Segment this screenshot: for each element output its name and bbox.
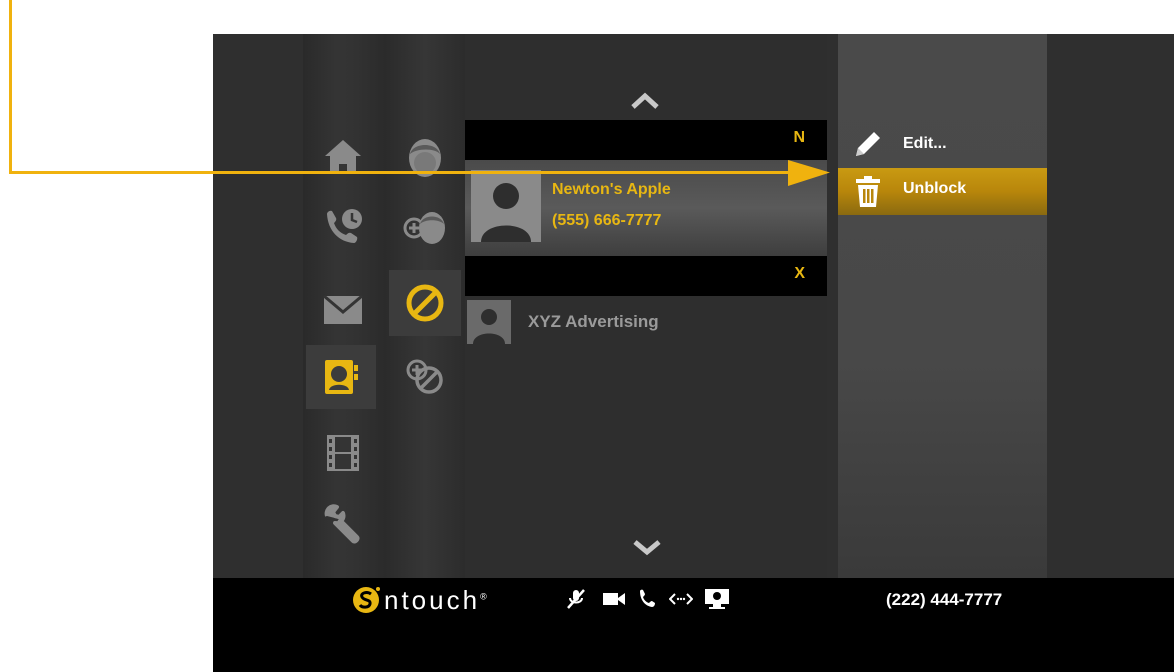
callout-arrow-icon: [788, 160, 830, 186]
contact-name: XYZ Advertising: [528, 312, 659, 331]
trash-icon: [856, 176, 880, 207]
film-icon: [327, 435, 359, 471]
scroll-up-icon[interactable]: [630, 92, 660, 110]
brand-mark: ®: [480, 591, 490, 602]
callout-horizontal-line: [9, 171, 794, 174]
monitor-icon: [705, 589, 729, 609]
contact-action-menu: [838, 34, 1047, 578]
nav-messages[interactable]: [311, 278, 375, 342]
arrows-icon: [669, 593, 693, 605]
section-letter: X: [794, 265, 805, 282]
edit-label: Edit...: [903, 134, 947, 152]
contact-book-icon: [325, 360, 358, 394]
envelope-icon: [323, 295, 363, 324]
contact-avatar: [467, 300, 511, 344]
section-header-n: N: [465, 120, 827, 160]
nav-settings[interactable]: [311, 492, 375, 556]
unblock-menu-item[interactable]: Unblock: [838, 168, 1047, 215]
contact-name: Newton's Apple: [552, 181, 671, 198]
wrench-icon: [324, 504, 360, 544]
nav-call-history[interactable]: [311, 196, 375, 260]
contact-avatar: [471, 170, 541, 242]
unblock-label: Unblock: [903, 180, 967, 197]
section-header-x: X: [465, 256, 827, 296]
subnav-add-blocked[interactable]: [393, 344, 457, 408]
mute-mic-icon: [567, 589, 585, 609]
callout-vertical-line: [9, 0, 12, 173]
phone-clock-icon: [327, 209, 362, 243]
phone-icon: [640, 589, 655, 607]
person-silhouette-icon: [481, 183, 531, 242]
person-silhouette-icon: [473, 309, 505, 344]
subnav-blocked[interactable]: [389, 270, 461, 336]
sorenson-logo-icon: [353, 587, 380, 613]
add-person-icon: [403, 212, 445, 244]
add-blocked-icon: [406, 359, 443, 394]
subnav-contacts-list[interactable]: [393, 126, 457, 190]
section-letter: N: [793, 129, 805, 146]
nav-home[interactable]: [311, 125, 375, 189]
nav-contacts[interactable]: [306, 345, 376, 409]
pencil-icon: [856, 132, 880, 156]
contact-phone: (555) 666-7777: [552, 212, 662, 229]
nav-videos[interactable]: [311, 421, 375, 485]
right-margin: [1047, 34, 1174, 578]
brand-name: ntouch: [384, 585, 481, 615]
edit-menu-item[interactable]: Edit...: [838, 120, 1047, 167]
scroll-down-icon[interactable]: [632, 538, 662, 556]
subnav-add-contact[interactable]: [393, 196, 457, 260]
video-camera-icon: [603, 593, 625, 605]
blocked-icon: [406, 284, 444, 322]
brand-logo: ntouch®: [384, 585, 490, 616]
own-phone-number: (222) 444-7777: [886, 590, 1003, 609]
